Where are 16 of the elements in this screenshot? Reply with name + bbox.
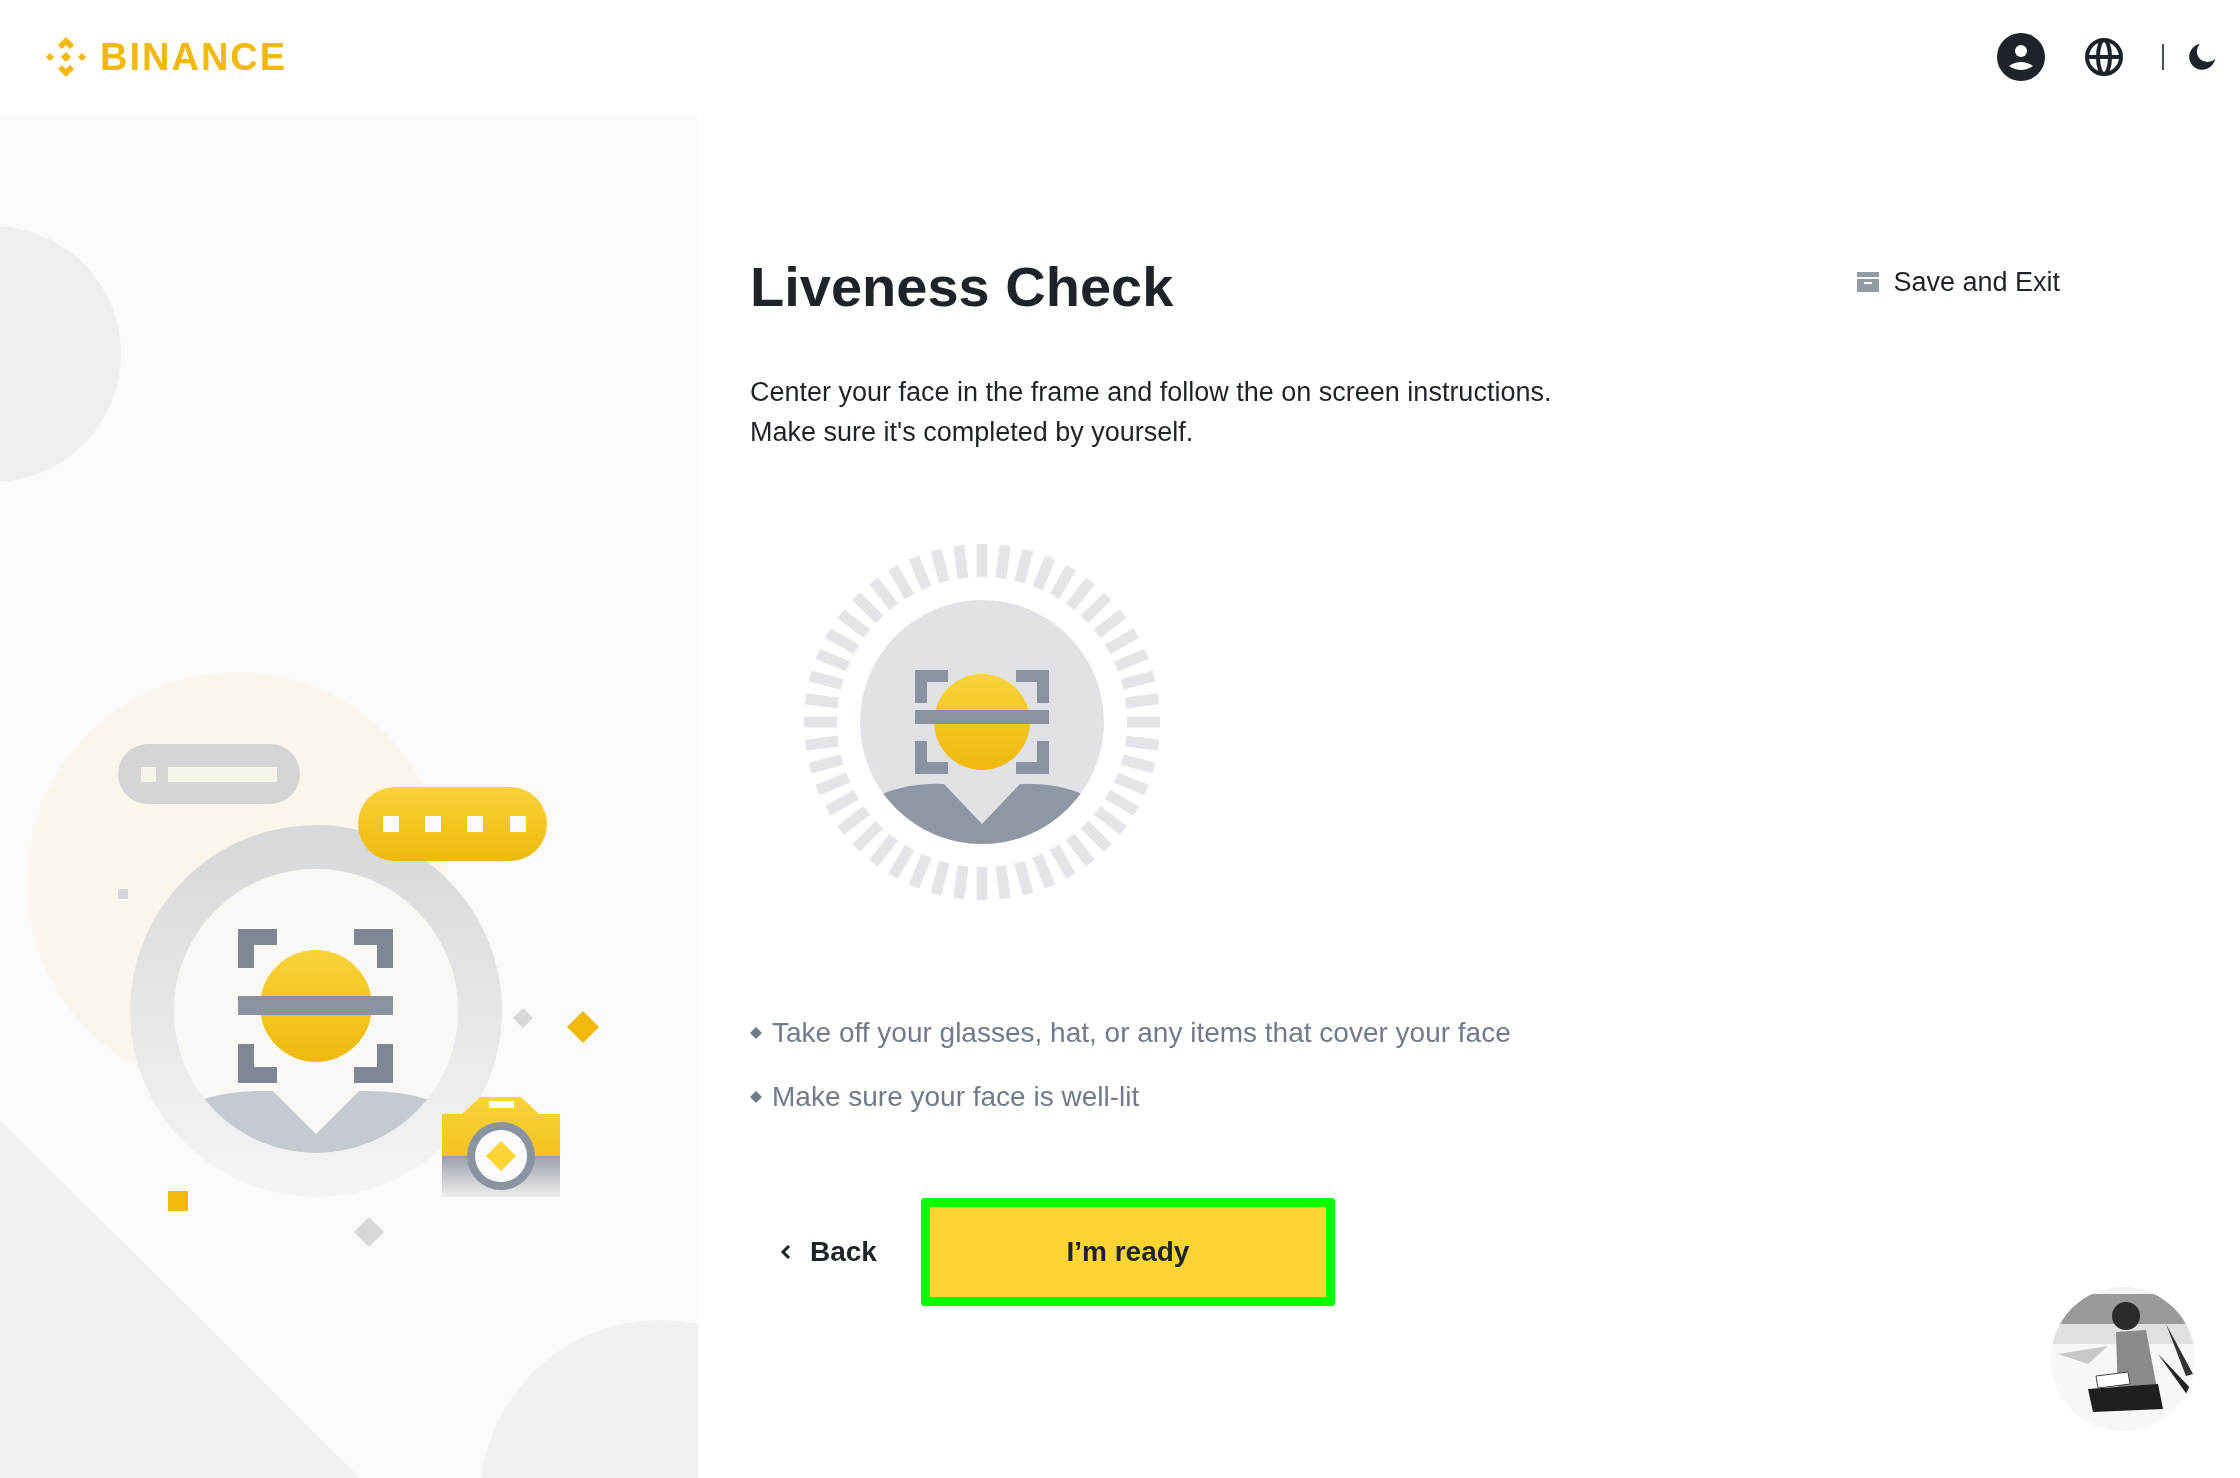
instruction-text: Make sure it's completed by yourself. <box>750 416 1195 449</box>
save-exit-button[interactable]: Save and Exit <box>1857 262 2060 303</box>
tip-text: Take off your glasses, hat, or any items that cover your face <box>772 1016 1511 1050</box>
tip-text: Make sure your face is well-lit <box>772 1080 1140 1114</box>
ready-button[interactable]: I’m ready <box>920 1198 1335 1306</box>
bullet-icon <box>750 1091 762 1103</box>
archive-icon <box>1857 271 1880 294</box>
instruction-text: Center your face in the frame and follow the on screen instructions. <box>750 376 1553 409</box>
logo-text: BINANCE <box>100 34 288 80</box>
moon-icon[interactable] <box>2186 41 2218 73</box>
chevron-left-icon <box>780 1244 792 1260</box>
user-icon[interactable] <box>1996 32 2046 82</box>
bullet-icon <box>750 1027 762 1039</box>
back-button[interactable]: Back <box>780 1231 877 1273</box>
globe-icon[interactable] <box>2084 37 2124 77</box>
page-title: Liveness Check <box>750 254 1174 320</box>
